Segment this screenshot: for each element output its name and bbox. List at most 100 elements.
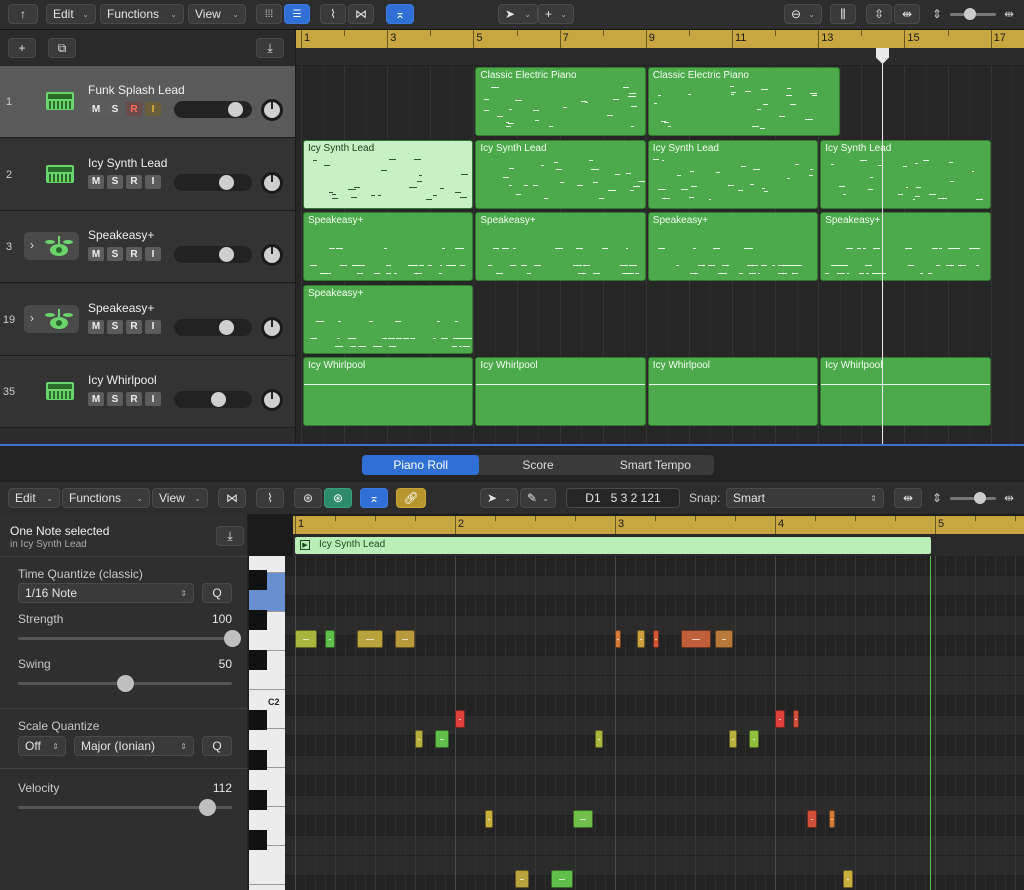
midi-note[interactable]: [749, 730, 759, 748]
track-header[interactable]: 1 Funk Splash Lead M S R I: [0, 66, 295, 138]
track-header[interactable]: 19 › Speakeasy+ M S R I: [0, 283, 295, 356]
midi-note[interactable]: [485, 810, 493, 828]
pr-catch-button[interactable]: ⌅: [360, 488, 388, 508]
region[interactable]: Icy Whirlpool: [647, 357, 819, 427]
piano-keyboard[interactable]: C2: [249, 556, 285, 890]
black-key[interactable]: [249, 830, 267, 850]
track-name[interactable]: Speakeasy+: [88, 301, 154, 315]
white-key[interactable]: [249, 846, 285, 885]
input-monitor-button[interactable]: I: [145, 392, 161, 407]
catch-button[interactable]: ⌅: [386, 4, 414, 24]
pan-knob[interactable]: [261, 171, 283, 194]
midi-note[interactable]: [295, 630, 317, 648]
playhead[interactable]: [882, 48, 883, 446]
region-header[interactable]: ▶ Icy Synth Lead: [295, 537, 931, 554]
mute-button[interactable]: M: [88, 392, 104, 407]
region[interactable]: Icy Synth Lead: [820, 139, 991, 209]
mute-button[interactable]: M: [88, 319, 104, 334]
tracks-area[interactable]: Classic Electric Piano Classic Electric P…: [296, 66, 1024, 444]
black-key[interactable]: [249, 710, 267, 730]
scale-off-select[interactable]: Off ⇕: [18, 736, 66, 756]
track-name[interactable]: Icy Whirlpool: [88, 373, 157, 387]
slider-knob[interactable]: [224, 630, 241, 647]
mode-button[interactable]: ⊖ ⌄: [784, 4, 822, 24]
midi-note[interactable]: [551, 870, 573, 888]
midi-note[interactable]: [793, 710, 799, 728]
pr-pointer-tool-button[interactable]: ➤ ⌄: [480, 488, 518, 508]
mute-button[interactable]: M: [88, 174, 104, 189]
region[interactable]: Speakeasy+: [475, 212, 646, 282]
pr-view-menu-button[interactable]: View ⌄: [152, 488, 208, 508]
velocity-slider[interactable]: [18, 799, 232, 816]
midi-note[interactable]: [357, 630, 383, 648]
waveform-zoom-button[interactable]: ⫼: [830, 4, 856, 24]
midi-note[interactable]: [455, 710, 465, 728]
pan-knob[interactable]: [261, 99, 283, 121]
midi-note[interactable]: [573, 810, 593, 828]
track-header[interactable]: 35 Icy Whirlpool M S R I: [0, 356, 295, 429]
midi-note[interactable]: [653, 630, 659, 648]
position-display[interactable]: D1 5 3 2 121: [566, 488, 680, 508]
scale-mode-select[interactable]: Major (Ionian) ⇕: [74, 736, 194, 756]
record-enable-button[interactable]: R: [126, 247, 142, 262]
quantize-button[interactable]: ⋈: [218, 488, 246, 508]
solo-button[interactable]: S: [107, 102, 123, 116]
black-key[interactable]: [249, 750, 267, 770]
slider-knob[interactable]: [964, 8, 976, 20]
pr-edit-menu-button[interactable]: Edit ⌄: [8, 488, 60, 508]
mute-button[interactable]: M: [88, 102, 104, 116]
pan-knob[interactable]: [261, 244, 283, 267]
midi-note[interactable]: [729, 730, 737, 748]
midi-note[interactable]: [435, 730, 449, 748]
white-key[interactable]: [249, 534, 285, 573]
region[interactable]: Speakeasy+: [647, 212, 819, 282]
input-monitor-button[interactable]: I: [145, 174, 161, 189]
midi-out-button[interactable]: ⊛: [324, 488, 352, 508]
inspector-options-button[interactable]: ⤓: [216, 526, 244, 546]
piano-roll-grid[interactable]: [285, 556, 1024, 890]
volume-fader[interactable]: [174, 318, 252, 336]
swing-slider[interactable]: [18, 675, 232, 692]
region-play-icon[interactable]: ▶: [300, 540, 310, 550]
pr-pencil-tool-button[interactable]: ✎ ⌄: [520, 488, 556, 508]
region[interactable]: Classic Electric Piano: [647, 67, 840, 136]
record-enable-button[interactable]: R: [126, 392, 142, 407]
pr-vertical-zoom-slider[interactable]: [950, 492, 996, 504]
record-enable-button[interactable]: R: [126, 102, 142, 116]
region[interactable]: Speakeasy+: [820, 212, 991, 282]
midi-in-button[interactable]: ⊛: [294, 488, 322, 508]
region[interactable]: Icy Whirlpool: [820, 357, 991, 427]
solo-button[interactable]: S: [107, 174, 123, 189]
black-key[interactable]: [249, 570, 267, 590]
midi-note[interactable]: [615, 630, 621, 648]
slider-knob[interactable]: [974, 492, 986, 504]
midi-note[interactable]: [415, 730, 423, 748]
grid-view-button[interactable]: ⁞⁞⁞: [256, 4, 282, 24]
midi-note[interactable]: [807, 810, 817, 828]
automation-button[interactable]: ⌇: [320, 4, 346, 24]
midi-note[interactable]: [637, 630, 645, 648]
region[interactable]: Speakeasy+: [303, 212, 474, 282]
pr-functions-menu-button[interactable]: Functions ⌄: [62, 488, 150, 508]
piano-roll-bar-ruler[interactable]: 1 2 3 4 5: [293, 516, 1024, 534]
vertical-fit-button[interactable]: ⇳: [866, 4, 892, 24]
input-monitor-button[interactable]: I: [145, 247, 161, 262]
midi-note[interactable]: [829, 810, 835, 828]
flex-button[interactable]: ⋈: [348, 4, 374, 24]
track-name[interactable]: Funk Splash Lead: [88, 83, 185, 97]
track-header[interactable]: 3 › Speakeasy+ M S R I: [0, 211, 295, 284]
view-menu-button[interactable]: View ⌄: [188, 4, 246, 24]
midi-note[interactable]: [775, 710, 785, 728]
midi-note[interactable]: [515, 870, 529, 888]
track-header[interactable]: 2 Icy Synth Lead M S R I: [0, 138, 295, 211]
midi-note[interactable]: [595, 730, 603, 748]
fader-knob[interactable]: [227, 102, 243, 117]
fader-knob[interactable]: [219, 174, 235, 190]
functions-menu-button[interactable]: Functions ⌄: [100, 4, 184, 24]
time-quantize-q-button[interactable]: Q: [202, 583, 232, 603]
track-options-button[interactable]: ⤓: [256, 38, 284, 58]
snap-select[interactable]: Smart ⇕: [726, 488, 884, 508]
edit-menu-button[interactable]: Edit ⌄: [46, 4, 96, 24]
volume-fader[interactable]: [174, 101, 252, 118]
pan-knob[interactable]: [261, 389, 283, 412]
